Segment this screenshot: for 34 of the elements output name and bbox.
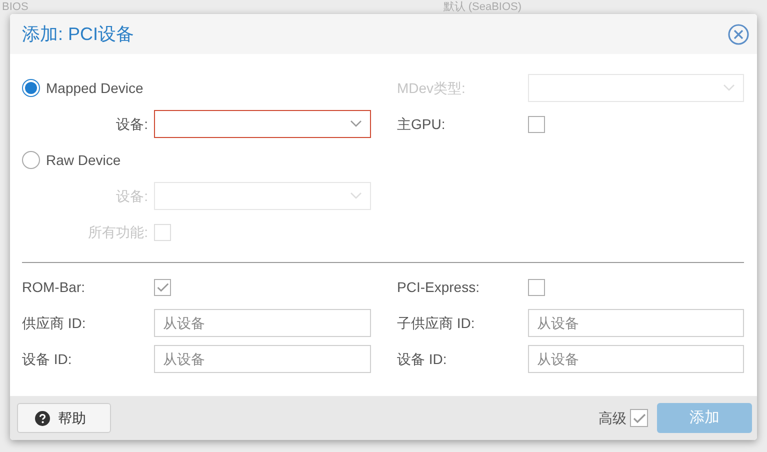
checkbox[interactable] [154,278,171,296]
checkbox[interactable] [528,278,545,296]
radio-label: Raw Device [46,150,121,170]
input-field[interactable]: 从设备 [528,309,744,337]
field-label: PCI-Express: [397,278,480,297]
field-label: 所有功能: [87,222,148,242]
dropdown-field[interactable] [154,110,371,138]
advanced-label: 高级 [598,408,626,428]
chevron-down-icon [350,120,362,128]
close-icon[interactable] [728,24,749,44]
input-field[interactable]: 从设备 [154,345,371,373]
field-label: 主GPU: [397,114,446,134]
field-label: ROM-Bar: [22,278,86,296]
field-label: 设备 ID: [397,350,448,368]
field-label: 设备: [115,186,148,206]
input-field[interactable]: 从设备 [528,345,744,373]
chevron-down-icon [723,84,735,92]
dialog-title: 添加: PCI设备 [22,22,134,46]
background-text: BIOS [2,0,28,14]
background-text: 默认 (SeaBIOS) [443,0,522,14]
help-button[interactable]: 帮助 [17,403,111,433]
field-label: MDev类型: [397,78,466,98]
checkbox[interactable] [528,116,545,132]
checkbox[interactable] [630,409,648,427]
radio-button[interactable] [22,79,40,97]
radio-button[interactable] [22,151,40,169]
input-field[interactable]: 从设备 [154,309,371,337]
field-label: 设备: [115,114,148,134]
radio-label: Mapped Device [46,78,144,98]
field-label: 子供应商 ID: [397,314,476,332]
chevron-down-icon [350,192,362,200]
field-label: 供应商 ID: [22,314,87,332]
field-label: 设备 ID: [22,350,73,368]
help-icon [35,410,50,426]
